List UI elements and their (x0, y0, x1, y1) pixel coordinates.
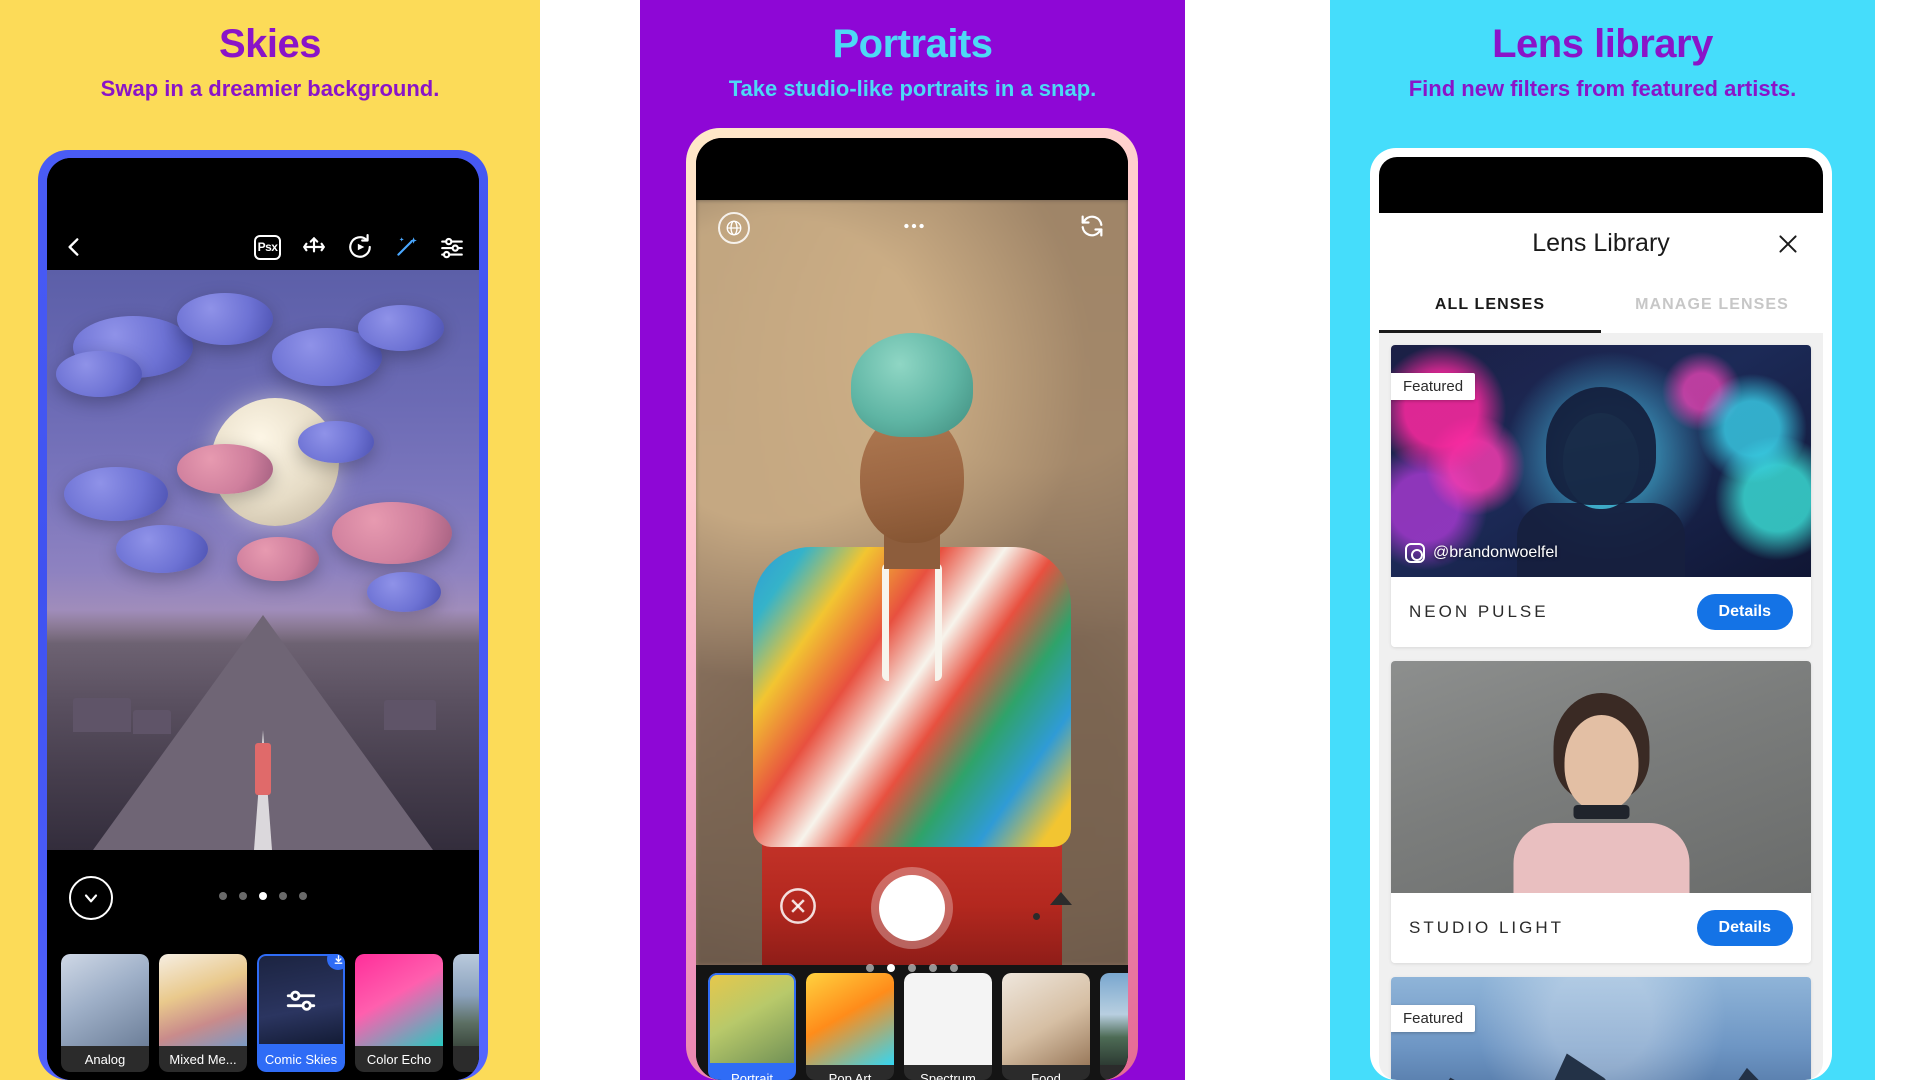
lens-preview-image: Featured @brandonwoelfel (1391, 345, 1811, 577)
editor-bottom-bar: Analog Mixed Me... Comic Skies Color Ech… (47, 850, 479, 1080)
lens-name: STUDIO LIGHT (1409, 918, 1565, 937)
filter-label: Portrait (708, 1065, 796, 1080)
panel-skies: Skies Swap in a dreamier background. Psx (0, 0, 540, 1080)
move-icon[interactable] (301, 234, 327, 260)
camera-toolbar (696, 206, 1128, 250)
filter-item[interactable]: Color Echo (355, 954, 443, 1072)
panel-lens-title: Lens library (1492, 22, 1713, 66)
phone-mockup-skies: Psx Analog Mixed Me... Comic Skies Color… (38, 150, 488, 1080)
shutter-button[interactable] (879, 875, 945, 941)
filter-item-selected[interactable]: Portrait (708, 973, 796, 1080)
editor-toolbar: Psx (47, 158, 479, 270)
panel-gap (540, 0, 640, 1080)
screenshot-stage: Skies Swap in a dreamier background. Psx (0, 0, 1920, 1080)
play-circle-icon[interactable] (347, 234, 373, 260)
filter-label: Comic Skies (257, 1046, 345, 1072)
filter-thumbnail (904, 973, 992, 1065)
filter-thumbnail (61, 954, 149, 1046)
sliders-icon[interactable] (439, 234, 465, 260)
camera-viewfinder (696, 200, 1128, 965)
tab-all-lenses[interactable]: ALL LENSES (1379, 277, 1601, 333)
lens-preview-image: Featured (1391, 977, 1811, 1080)
filter-item[interactable]: Pop Art (806, 973, 894, 1080)
featured-badge: Featured (1391, 373, 1476, 400)
panel-portraits-title: Portraits (832, 22, 994, 66)
page-dot[interactable] (950, 964, 958, 972)
featured-badge: Featured (1391, 1005, 1476, 1032)
lens-card[interactable]: STUDIO LIGHT Details (1391, 661, 1811, 963)
more-horizontal-icon[interactable] (901, 213, 927, 244)
close-circle-icon[interactable] (778, 886, 818, 931)
filter-item[interactable]: Prism (453, 954, 479, 1072)
magic-wand-icon[interactable] (393, 234, 419, 260)
filter-item[interactable]: Food (1002, 973, 1090, 1080)
lens-preview-image (1391, 661, 1811, 893)
filter-thumbnail (355, 954, 443, 1046)
filter-label: Food (1002, 1065, 1090, 1080)
filter-item[interactable]: Analog (61, 954, 149, 1072)
filter-strip-skies: Analog Mixed Me... Comic Skies Color Ech… (47, 954, 479, 1072)
panel-portraits-subtitle: Take studio-like portraits in a snap. (728, 76, 1097, 101)
page-dot[interactable] (908, 964, 916, 972)
panel-skies-title: Skies (218, 22, 322, 66)
status-bar (696, 138, 1128, 200)
filter-thumbnail (159, 954, 247, 1046)
psx-badge-icon[interactable]: Psx (254, 234, 281, 260)
filter-thumbnail (1002, 973, 1090, 1065)
lens-card[interactable]: Featured @brandonwoelfel NEON PULSE Deta… (1391, 345, 1811, 647)
panel-gap (1185, 0, 1330, 1080)
panel-lens-library: Lens library Find new filters from featu… (1330, 0, 1875, 1080)
filter-item-selected[interactable]: Comic Skies (257, 954, 345, 1072)
panel-lens-subtitle: Find new filters from featured artists. (1408, 76, 1797, 101)
filter-strip-portraits: Portrait Pop Art Spectrum Food S (696, 965, 1128, 1080)
filter-thumbnail (453, 954, 479, 1046)
artist-handle-text: @brandonwoelfel (1433, 544, 1558, 561)
page-dot[interactable] (239, 892, 247, 900)
filter-item[interactable]: Spectrum (904, 973, 992, 1080)
filter-thumbnail (1100, 973, 1128, 1065)
page-dots-skies (47, 892, 479, 900)
lens-name: NEON PULSE (1409, 602, 1549, 621)
page-dot[interactable] (279, 892, 287, 900)
phone-mockup-lens: Lens Library ALL LENSES MANAGE LENSES Fe… (1370, 148, 1832, 1080)
back-chevron-icon[interactable] (61, 234, 87, 260)
filter-label: Analog (61, 1046, 149, 1072)
page-dot[interactable] (929, 964, 937, 972)
page-dot[interactable] (299, 892, 307, 900)
filter-label: Prism (453, 1046, 479, 1072)
sky-artwork (47, 270, 479, 850)
close-icon[interactable] (1775, 231, 1801, 257)
lens-library-tabs: ALL LENSES MANAGE LENSES (1379, 277, 1823, 333)
filter-label: Color Echo (355, 1046, 443, 1072)
filter-thumbnail (708, 973, 796, 1065)
lens-library-title: Lens Library (1532, 229, 1670, 257)
page-dot[interactable] (219, 892, 227, 900)
lens-library-header: Lens Library (1379, 213, 1823, 277)
status-bar (1379, 157, 1823, 213)
filter-item[interactable]: Mixed Me... (159, 954, 247, 1072)
page-dots-portraits (696, 964, 1128, 972)
filter-label: Scenery (1100, 1065, 1128, 1080)
artist-handle: @brandonwoelfel (1405, 543, 1558, 563)
details-button[interactable]: Details (1696, 594, 1793, 630)
page-dot-active[interactable] (259, 892, 267, 900)
camera-controls (696, 860, 1128, 956)
filter-label: Pop Art (806, 1065, 894, 1080)
instagram-icon (1405, 543, 1425, 563)
phone-mockup-portraits: Portrait Pop Art Spectrum Food S (686, 128, 1138, 1080)
filter-label: Mixed Me... (159, 1046, 247, 1072)
panel-portraits: Portraits Take studio-like portraits in … (640, 0, 1185, 1080)
page-dot[interactable] (866, 964, 874, 972)
lens-card-list[interactable]: Featured @brandonwoelfel NEON PULSE Deta… (1379, 333, 1823, 1080)
panel-skies-subtitle: Swap in a dreamier background. (100, 76, 440, 101)
tab-manage-lenses[interactable]: MANAGE LENSES (1601, 277, 1823, 333)
lens-card[interactable]: Featured (1391, 977, 1811, 1080)
details-button[interactable]: Details (1696, 910, 1793, 946)
filter-label: Spectrum (904, 1065, 992, 1080)
page-dot-active[interactable] (887, 964, 895, 972)
camera-flip-icon[interactable] (1078, 212, 1106, 245)
filter-thumbnail (806, 973, 894, 1065)
globe-grid-icon[interactable] (718, 212, 750, 244)
filter-item[interactable]: Scenery (1100, 973, 1128, 1080)
